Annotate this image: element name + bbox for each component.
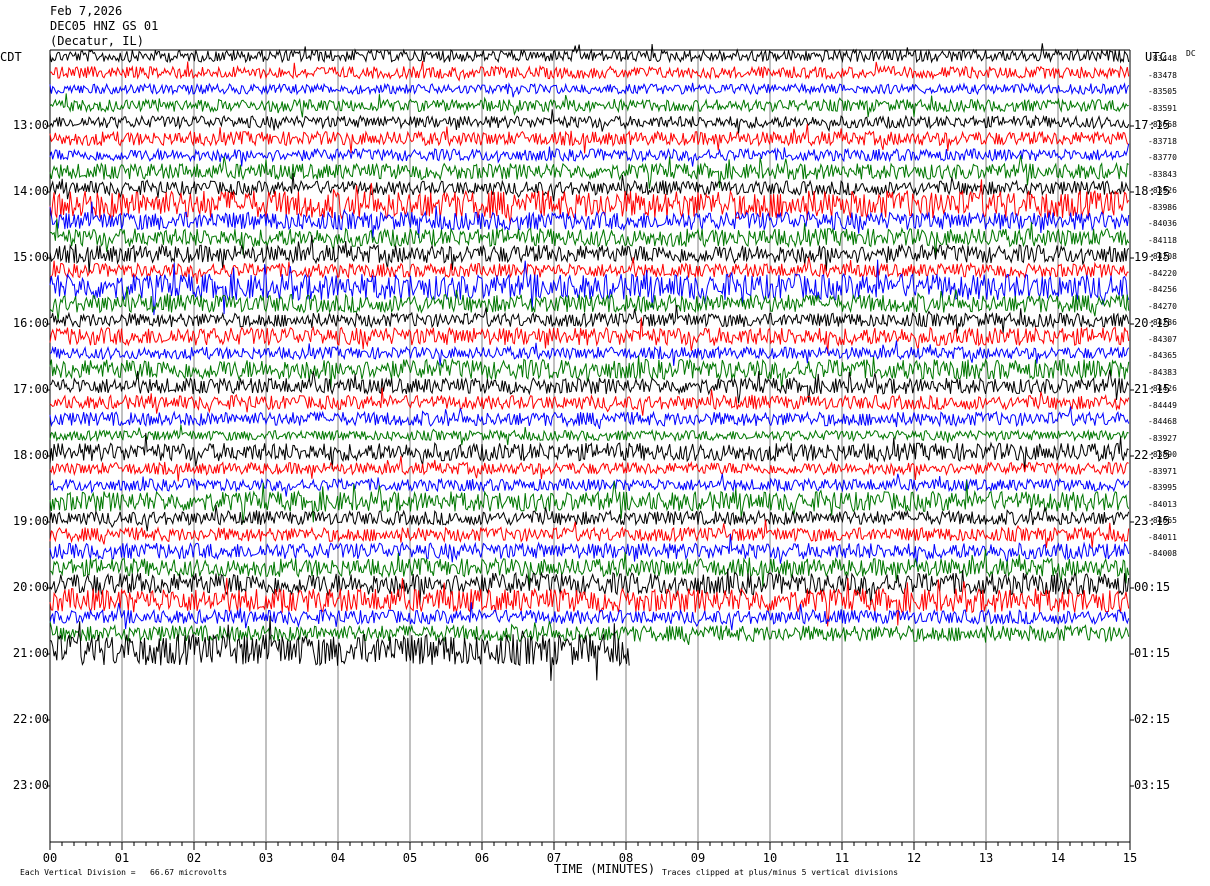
seismic-trace-1 [49, 43, 1130, 64]
dc-offset-label: -84008 [1148, 549, 1177, 558]
dc-offset-label: -83770 [1148, 153, 1177, 162]
left-hour-label: 18:00 [12, 448, 49, 462]
left-hour-label: 15:00 [12, 250, 49, 264]
dc-offset-label: -84013 [1148, 499, 1177, 509]
clip-note: Traces clipped at plus/minus 5 vertical … [662, 868, 899, 877]
dc-offset-label: -83505 [1148, 87, 1177, 96]
left-hour-label: 14:00 [12, 184, 49, 198]
dc-offset-label: -83890 [1148, 450, 1177, 459]
seismic-trace-33 [49, 568, 1130, 606]
x-tick-label: 03 [259, 851, 273, 865]
seismic-trace-26 [49, 455, 1129, 482]
dc-offset-label: -84208 [1148, 252, 1177, 261]
dc-offset-label: -84365 [1148, 351, 1177, 360]
x-tick-label: 04 [331, 851, 345, 865]
left-hour-label: 16:00 [12, 316, 49, 330]
x-tick-label: 01 [115, 851, 129, 865]
dc-offset-label: -83448 [1148, 54, 1177, 63]
seismic-trace-29 [49, 504, 1130, 532]
left-hour-label: 23:00 [12, 778, 49, 792]
scale-note: Each Vertical Division = 66.67 microvolt… [20, 868, 228, 877]
seismic-trace-19 [49, 340, 1130, 366]
dc-offset-label: -83995 [1148, 483, 1177, 492]
x-tick-label: 06 [475, 851, 489, 865]
dc-offset-label: -84449 [1148, 400, 1177, 410]
dc-offset-label: -83478 [1148, 70, 1177, 80]
dc-offset-label: -83591 [1148, 103, 1177, 113]
dc-offset-label: -83668 [1148, 120, 1177, 129]
dc-offset-label: -84307 [1148, 334, 1177, 344]
dc-offset-label: -84468 [1148, 417, 1177, 426]
left-hour-label: 21:00 [12, 646, 49, 660]
x-tick-label: 15 [1123, 851, 1137, 865]
x-tick-label: 09 [691, 851, 705, 865]
left-hour-label: 13:00 [12, 118, 49, 132]
seismic-trace-17 [49, 304, 1130, 334]
right-hour-label: 00:15 [1134, 580, 1171, 594]
x-tick-label: 11 [835, 851, 849, 865]
dc-offset-label: -84286 [1148, 318, 1177, 327]
right-hour-label: 03:15 [1134, 778, 1171, 792]
left-hour-label: 19:00 [12, 514, 49, 528]
seismic-trace-10 [49, 179, 1130, 225]
x-tick-label: 13 [979, 851, 993, 865]
dc-offset-label: -83926 [1148, 186, 1177, 195]
x-axis-title: TIME (MINUTES) [554, 862, 656, 876]
x-tick-label: 12 [907, 851, 921, 865]
x-tick-label: 00 [43, 851, 57, 865]
dc-offset-label: -84383 [1148, 367, 1177, 377]
left-hour-label: 17:00 [12, 382, 49, 396]
seismic-trace-22 [49, 387, 1130, 416]
dc-offset-label: -84011 [1148, 532, 1177, 542]
dc-offset-label: -83971 [1148, 466, 1177, 476]
seismic-trace-4 [49, 93, 1129, 118]
dc-offset-label: -83927 [1148, 433, 1177, 443]
dc-offset-label: -83843 [1148, 169, 1177, 179]
left-hour-label: 20:00 [12, 580, 49, 594]
dc-offset-label: -83986 [1148, 202, 1177, 212]
dc-offset-label: -84036 [1148, 219, 1177, 228]
dc-offset-label: -84270 [1148, 301, 1177, 311]
dc-offset-label: -84426 [1148, 384, 1177, 393]
seismic-trace-23 [49, 406, 1130, 430]
dc-offset-label: -83718 [1148, 136, 1177, 146]
dc-offset-label: -84256 [1148, 285, 1177, 294]
seismic-trace-30 [49, 519, 1130, 549]
x-tick-label: 14 [1051, 851, 1065, 865]
dc-offset-label: -84065 [1148, 516, 1177, 525]
seismogram-plot: 00 01 02 03 04 05 06 07 08 09 10 11 12 13 14 15 [43, 43, 1137, 865]
seismic-trace-2 [50, 60, 1130, 82]
x-tick-label: 10 [763, 851, 777, 865]
seismic-trace-24 [49, 424, 1129, 446]
x-tick-label: 02 [187, 851, 201, 865]
dc-offset-label: -84118 [1148, 235, 1177, 245]
dc-offset-label: -84220 [1148, 268, 1177, 278]
seismic-trace-37 [49, 615, 630, 681]
right-hour-label: 01:15 [1134, 646, 1171, 660]
right-hour-label: 02:15 [1134, 712, 1171, 726]
seismic-trace-3 [49, 82, 1130, 98]
seismic-trace-18 [49, 317, 1130, 354]
x-tick-label: 05 [403, 851, 417, 865]
seismic-trace-7 [49, 143, 1130, 167]
seismic-trace-5 [49, 109, 1130, 134]
left-hour-label: 22:00 [12, 712, 49, 726]
